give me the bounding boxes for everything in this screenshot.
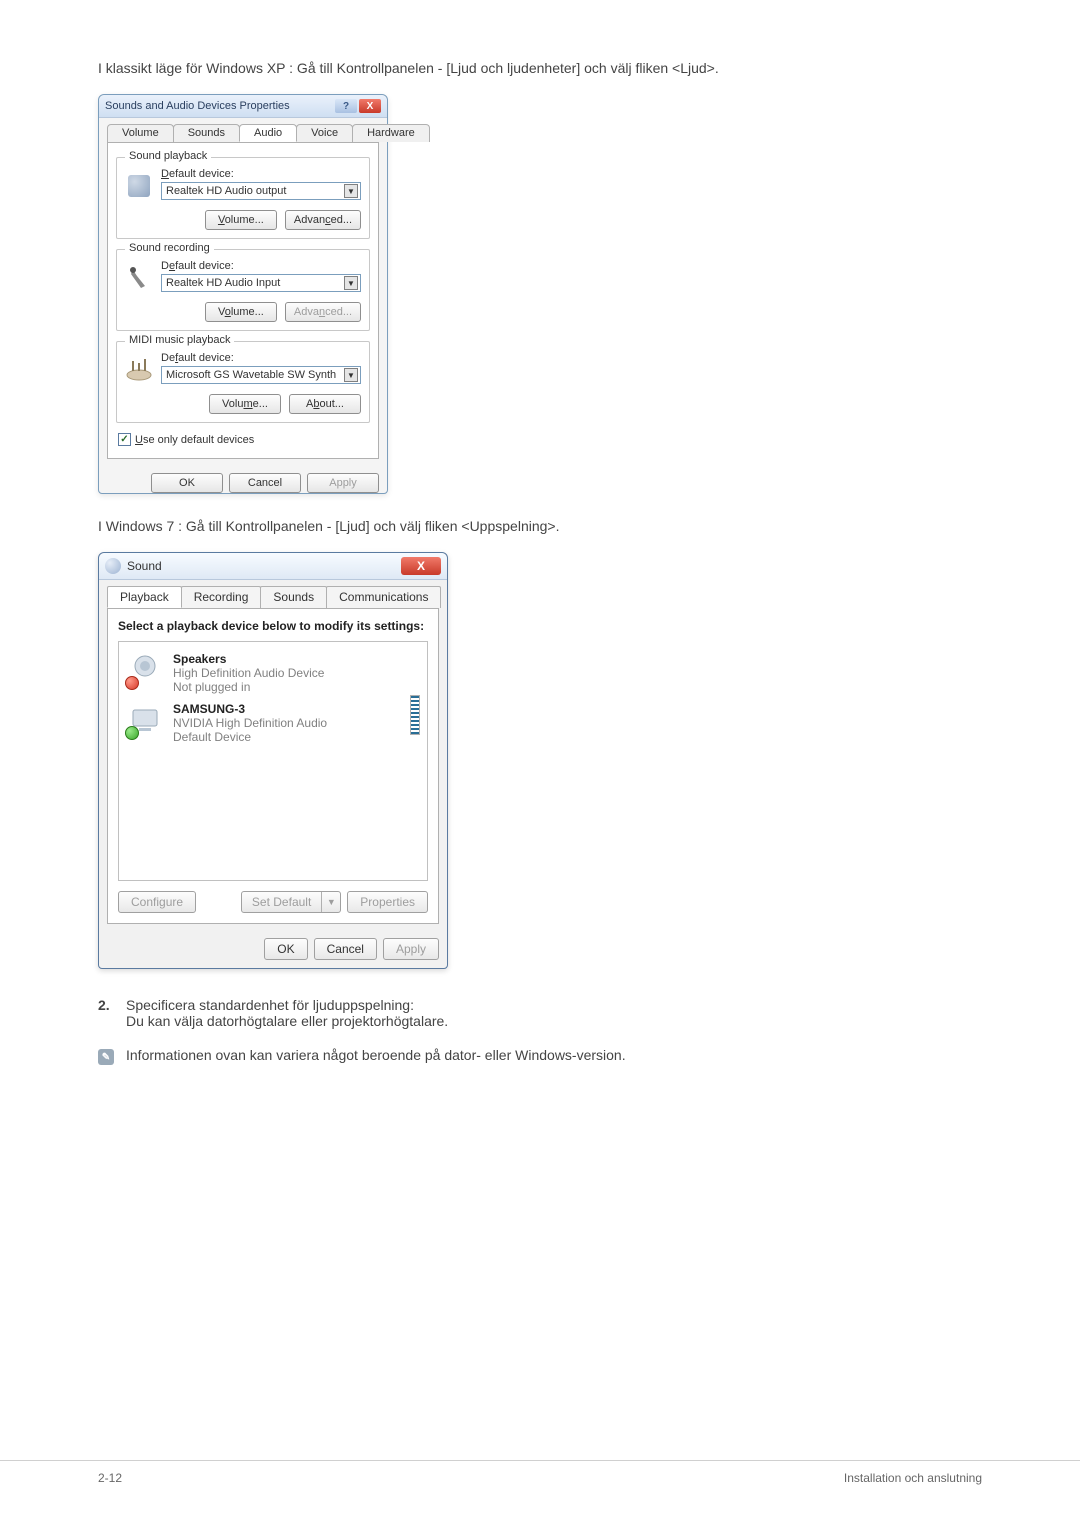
set-default-button: Set Default ▼ <box>241 891 341 913</box>
xp-titlebar: Sounds and Audio Devices Properties ? X <box>99 95 387 118</box>
xp-dialog: Sounds and Audio Devices Properties ? X … <box>98 94 388 494</box>
win7-tabs: Playback Recording Sounds Communications <box>99 580 447 608</box>
cancel-button[interactable]: Cancel <box>229 473 301 493</box>
win7-title: Sound <box>127 559 162 573</box>
xp-title: Sounds and Audio Devices Properties <box>105 100 290 112</box>
tab-sounds[interactable]: Sounds <box>173 124 240 142</box>
default-badge-icon <box>125 726 139 740</box>
device-list: Speakers High Definition Audio Device No… <box>118 641 428 881</box>
tab-playback[interactable]: Playback <box>107 586 182 608</box>
tab-hardware[interactable]: Hardware <box>352 124 430 142</box>
group-sound-recording: Sound recording Default device: Realtek … <box>116 249 370 331</box>
level-meter-icon <box>410 695 420 735</box>
midi-volume-button[interactable]: Volume... <box>209 394 281 414</box>
microphone-icon <box>125 260 153 296</box>
device-name: Speakers <box>173 652 324 666</box>
page-number: 2-12 <box>98 1471 122 1485</box>
group-sound-playback: Sound playback Default device: Realtek H… <box>116 157 370 239</box>
note-icon: ✎ <box>98 1049 114 1065</box>
tab-audio[interactable]: Audio <box>239 124 297 142</box>
playback-device-dropdown[interactable]: Realtek HD Audio output ▼ <box>161 182 361 200</box>
tab-volume[interactable]: Volume <box>107 124 174 142</box>
instruction-text: Select a playback device below to modify… <box>118 619 428 633</box>
group-label: Sound playback <box>125 150 211 162</box>
cancel-button[interactable]: Cancel <box>314 938 377 960</box>
checkmark-icon: ✓ <box>118 433 131 446</box>
ok-button[interactable]: OK <box>264 938 307 960</box>
win7-titlebar: Sound X <box>99 553 447 580</box>
device-item[interactable]: SAMSUNG-3 NVIDIA High Definition Audio D… <box>125 698 421 748</box>
close-button[interactable]: X <box>359 99 381 113</box>
group-label: MIDI music playback <box>125 334 234 346</box>
section-title: Installation och anslutning <box>844 1471 982 1485</box>
midi-about-button[interactable]: About... <box>289 394 361 414</box>
step-line2: Du kan välja datorhögtalare eller projek… <box>126 1013 448 1029</box>
win7-dialog: Sound X Playback Recording Sounds Commun… <box>98 552 448 969</box>
step-line1: Specificera standardenhet för ljuduppspe… <box>126 997 448 1013</box>
recording-device-dropdown[interactable]: Realtek HD Audio Input ▼ <box>161 274 361 292</box>
step-2: 2. Specificera standardenhet för ljudupp… <box>98 997 982 1029</box>
device-desc: High Definition Audio Device <box>173 666 324 680</box>
playback-volume-button[interactable]: Volume... <box>205 210 277 230</box>
ok-button[interactable]: OK <box>151 473 223 493</box>
apply-button: Apply <box>307 473 379 493</box>
midi-device-value: Microsoft GS Wavetable SW Synth <box>166 369 336 381</box>
group-midi-playback: MIDI music playback Default device: Micr… <box>116 341 370 423</box>
device-name: SAMSUNG-3 <box>173 702 327 716</box>
speaker-icon <box>125 168 153 204</box>
playback-device-value: Realtek HD Audio output <box>166 185 286 197</box>
tab-voice[interactable]: Voice <box>296 124 353 142</box>
chevron-down-icon: ▼ <box>344 276 358 290</box>
intro-win7: I Windows 7 : Gå till Kontrollpanelen - … <box>98 518 982 534</box>
info-note: ✎ Informationen ovan kan variera något b… <box>98 1047 982 1065</box>
apply-button: Apply <box>383 938 439 960</box>
xp-tabs: Volume Sounds Audio Voice Hardware <box>99 118 387 142</box>
tab-sounds[interactable]: Sounds <box>260 586 327 608</box>
device-item[interactable]: Speakers High Definition Audio Device No… <box>125 648 421 698</box>
device-desc: NVIDIA High Definition Audio <box>173 716 327 730</box>
use-only-default-label: Use only default devices <box>135 434 254 446</box>
recording-volume-button[interactable]: Volume... <box>205 302 277 322</box>
recording-device-value: Realtek HD Audio Input <box>166 277 280 289</box>
sound-icon <box>105 558 121 574</box>
midi-icon <box>125 352 153 388</box>
device-icon <box>127 652 163 688</box>
default-device-label: Default device: <box>161 352 361 364</box>
use-only-default-checkbox[interactable]: ✓ Use only default devices <box>118 433 370 446</box>
page-footer: 2-12 Installation och anslutning <box>0 1460 1080 1505</box>
device-icon <box>127 702 163 738</box>
step-number: 2. <box>98 997 116 1029</box>
tab-recording[interactable]: Recording <box>181 586 262 608</box>
group-label: Sound recording <box>125 242 214 254</box>
chevron-down-icon: ▼ <box>322 897 340 907</box>
midi-device-dropdown[interactable]: Microsoft GS Wavetable SW Synth ▼ <box>161 366 361 384</box>
chevron-down-icon: ▼ <box>344 368 358 382</box>
help-button[interactable]: ? <box>335 99 357 113</box>
recording-advanced-button: Advanced... <box>285 302 361 322</box>
note-text: Informationen ovan kan variera något ber… <box>126 1047 626 1063</box>
intro-xp: I klassikt läge för Windows XP : Gå till… <box>98 60 982 76</box>
chevron-down-icon: ▼ <box>344 184 358 198</box>
device-status: Default Device <box>173 730 327 744</box>
tab-communications[interactable]: Communications <box>326 586 441 608</box>
properties-button: Properties <box>347 891 428 913</box>
unplugged-badge-icon <box>125 676 139 690</box>
playback-advanced-button[interactable]: Advanced... <box>285 210 361 230</box>
default-device-label: Default device: <box>161 260 361 272</box>
device-status: Not plugged in <box>173 680 324 694</box>
default-device-label: Default device: <box>161 168 361 180</box>
close-button[interactable]: X <box>401 557 441 575</box>
configure-button: Configure <box>118 891 196 913</box>
